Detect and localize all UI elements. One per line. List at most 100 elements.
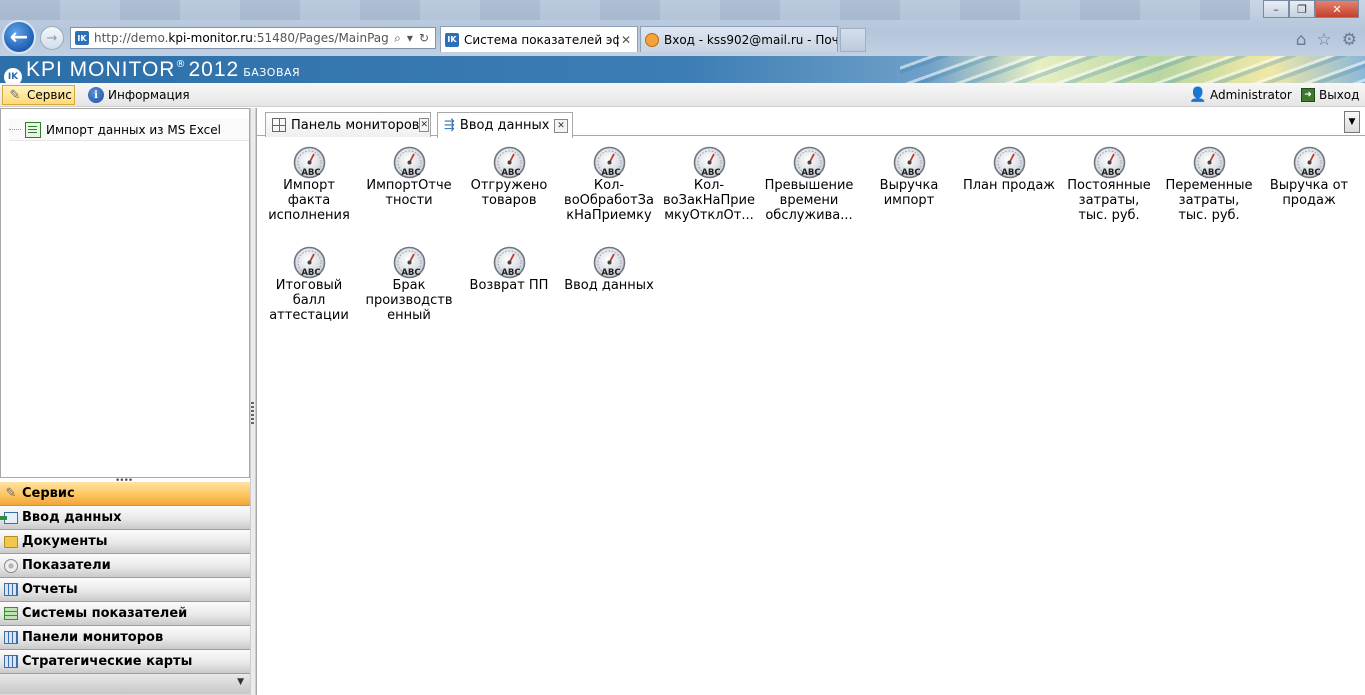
gauge-text: ABC xyxy=(801,168,820,178)
label-line: мкуОтклОт... xyxy=(664,208,754,223)
data-input-item[interactable]: ABC Превышение времени обслужива... xyxy=(761,146,857,223)
data-input-item[interactable]: ABC Кол-воЗакНаПрие мкуОтклОт... xyxy=(661,146,757,223)
favorites-star-icon[interactable]: ☆ xyxy=(1317,30,1332,50)
data-input-item[interactable]: ABC Постоянные затраты, тыс. руб. xyxy=(1061,146,1157,223)
user-icon: 👤 xyxy=(1189,87,1207,103)
label-line: тности xyxy=(385,193,433,208)
data-input-item-label: План продаж xyxy=(961,178,1057,193)
vertical-splitter-grip[interactable] xyxy=(251,402,254,426)
data-input-item[interactable]: ABC Ввод данных xyxy=(561,246,657,293)
data-input-item[interactable]: ABC План продаж xyxy=(961,146,1057,193)
data-input-item[interactable]: ABC Выручка импорт xyxy=(861,146,957,208)
refresh-icon[interactable]: ↻ xyxy=(419,31,429,46)
label-line: аттестации xyxy=(269,308,349,323)
accordion-documents[interactable]: Документы xyxy=(0,530,250,554)
accordion-label: Стратегические карты xyxy=(22,654,193,669)
strategy-map-icon xyxy=(3,654,19,670)
accordion-indicator-systems[interactable]: Системы показателей xyxy=(0,602,250,626)
url-domain: kpi-monitor.ru xyxy=(168,31,253,45)
service-menu-button[interactable]: ✎ Сервис xyxy=(2,85,75,105)
data-input-item[interactable]: ABC Выручка от продаж xyxy=(1261,146,1357,208)
excel-icon xyxy=(25,121,41,138)
browser-tab-mail[interactable]: Вход - kss902@mail.ru - Почта... xyxy=(640,26,838,52)
data-input-item-label: Возврат ПП xyxy=(461,278,557,293)
data-input-item-label: Ввод данных xyxy=(561,278,657,293)
tab-monitor-panel[interactable]: Панель мониторов ✕ xyxy=(265,112,431,137)
systems-icon xyxy=(3,606,19,622)
gauge-abc-icon: ABC xyxy=(1293,146,1326,179)
accordion-reports[interactable]: Отчеты xyxy=(0,578,250,602)
data-input-item-label: Кол-воОбработЗа кНаПриемку xyxy=(561,178,657,223)
data-input-item[interactable]: ABC Итоговый балл аттестации xyxy=(261,246,357,323)
gauge-text: ABC xyxy=(1101,168,1120,178)
accordion-footer: ▼ xyxy=(0,674,250,694)
data-input-item[interactable]: ABC Импорт факта исполнения xyxy=(261,146,357,223)
background-tabs-strip xyxy=(0,0,1250,20)
settings-gear-icon[interactable]: ⚙ xyxy=(1342,30,1357,50)
tab-data-input[interactable]: ⇶ Ввод данных ✕ xyxy=(437,112,573,138)
url-rest: :51480/Pages/MainPage.a: xyxy=(252,31,389,45)
chevron-down-icon[interactable]: ▼ xyxy=(237,677,244,687)
tree-item-excel-import[interactable]: Импорт данных из MS Excel xyxy=(9,119,249,141)
tab-list-dropdown[interactable]: ▼ xyxy=(1344,111,1360,133)
gauge-text: ABC xyxy=(501,168,520,178)
minimize-button[interactable]: – xyxy=(1263,0,1289,18)
forward-button[interactable]: → xyxy=(40,26,64,50)
data-input-item-label: Выручка импорт xyxy=(861,178,957,208)
user-button[interactable]: 👤 Administrator xyxy=(1186,85,1296,105)
dropdown-icon[interactable]: ▾ xyxy=(407,31,413,46)
back-button[interactable]: ← xyxy=(2,20,36,54)
address-bar[interactable]: IK http://demo.kpi-monitor.ru:51480/Page… xyxy=(70,27,436,49)
close-tab-icon[interactable]: ✕ xyxy=(619,33,633,47)
label-line: Возврат ПП xyxy=(469,278,549,293)
home-icon[interactable]: ⌂ xyxy=(1296,30,1307,50)
tree-item-label: Импорт данных из MS Excel xyxy=(46,122,221,137)
accordion-service[interactable]: ✎ Сервис xyxy=(0,482,250,506)
accordion-strategy-maps[interactable]: Стратегические карты xyxy=(0,650,250,674)
gauge-abc-icon: ABC xyxy=(893,146,926,179)
accordion-indicators[interactable]: Показатели xyxy=(0,554,250,578)
label-line: Ввод данных xyxy=(564,278,654,293)
folder-icon xyxy=(3,534,19,550)
data-input-item[interactable]: ABC Переменные затраты, тыс. руб. xyxy=(1161,146,1257,223)
close-tab-icon[interactable]: ✕ xyxy=(554,118,568,133)
accordion-data-input[interactable]: Ввод данных xyxy=(0,506,250,530)
content-tabbar: Панель мониторов ✕ ⇶ Ввод данных ✕ ▼ xyxy=(257,108,1365,138)
gauge-abc-icon: ABC xyxy=(793,146,826,179)
gauge-abc-icon: ABC xyxy=(393,146,426,179)
exit-button[interactable]: ➜ Выход xyxy=(1297,85,1363,105)
close-tab-icon[interactable]: ✕ xyxy=(419,118,429,132)
gauge-abc-icon: ABC xyxy=(1193,146,1226,179)
label-line: План продаж xyxy=(962,178,1056,193)
browser-tab-label: Вход - kss902@mail.ru - Почта... xyxy=(664,32,837,47)
url-prefix: http://demo. xyxy=(94,31,169,45)
new-tab-button[interactable] xyxy=(840,28,866,52)
tab-label: Ввод данных xyxy=(459,118,550,133)
maximize-button[interactable]: ❐ xyxy=(1289,0,1315,18)
search-icon[interactable]: ⌕ xyxy=(394,31,401,46)
accordion-label: Показатели xyxy=(22,558,111,573)
label-line: балл xyxy=(292,293,326,308)
gauge-text: ABC xyxy=(701,168,720,178)
data-input-item-label: Превышение времени обслужива... xyxy=(761,178,857,223)
section-accordion: ✎ Сервис Ввод данных Документы Показател… xyxy=(0,482,250,695)
accordion-monitor-panels[interactable]: Панели мониторов xyxy=(0,626,250,650)
accordion-label: Сервис xyxy=(22,486,75,501)
data-input-item[interactable]: ABC Отгружено товаров xyxy=(461,146,557,208)
tree-connector xyxy=(9,129,21,130)
exit-icon: ➜ xyxy=(1301,88,1315,102)
label-line: кНаПриемку xyxy=(566,208,652,223)
data-input-item[interactable]: ABC Кол-воОбработЗа кНаПриемку xyxy=(561,146,657,223)
gauge-text: ABC xyxy=(301,268,320,278)
data-input-item[interactable]: ABC ИмпортОтче тности xyxy=(361,146,457,208)
info-menu-button[interactable]: i Информация xyxy=(84,85,194,105)
close-window-button[interactable]: ✕ xyxy=(1315,0,1359,18)
data-input-item-label: Брак производств енный xyxy=(361,278,457,323)
data-input-item[interactable]: ABC Возврат ПП xyxy=(461,246,557,293)
data-input-item[interactable]: ABC Брак производств енный xyxy=(361,246,457,323)
browser-tab-active[interactable]: IK Система показателей эфф... ✕ xyxy=(440,26,638,52)
label-line: исполнения xyxy=(268,208,350,223)
label-line: тыс. руб. xyxy=(1178,208,1240,223)
navigation-tree: Импорт данных из MS Excel xyxy=(0,108,250,478)
service-label: Сервис xyxy=(27,88,72,102)
